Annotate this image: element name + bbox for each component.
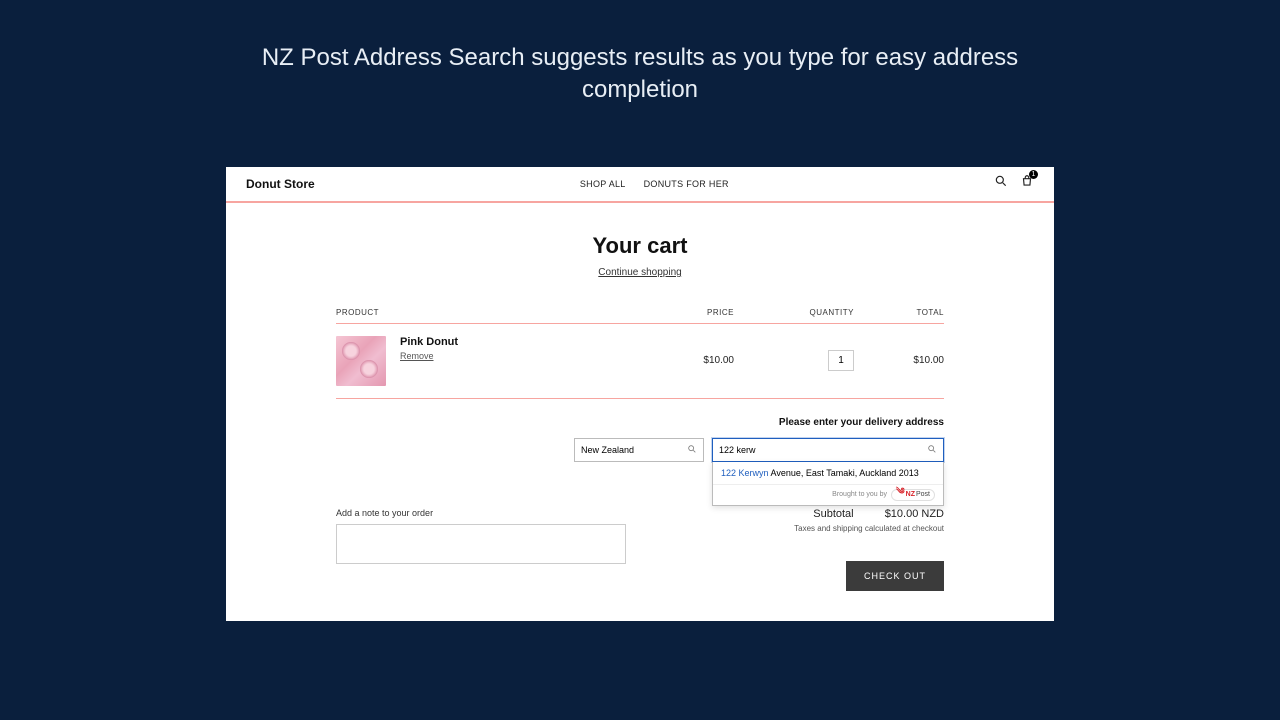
continue-shopping-link[interactable]: Continue shopping	[336, 267, 944, 278]
country-value: New Zealand	[581, 445, 634, 455]
delivery-prompt: Please enter your delivery address	[336, 417, 944, 428]
quantity-input[interactable]: 1	[828, 350, 854, 371]
col-total: TOTAL	[854, 308, 944, 317]
nav-shop-all[interactable]: SHOP ALL	[580, 179, 626, 189]
summary-column: Subtotal $10.00 NZD Taxes and shipping c…	[794, 508, 944, 591]
subtotal-value: $10.00 NZD	[885, 508, 944, 520]
lower-row: Add a note to your order Subtotal $10.00…	[336, 508, 944, 591]
address-search-input[interactable]	[719, 445, 927, 455]
brought-by-label: Brought to you by	[832, 491, 887, 498]
page-caption: NZ Post Address Search suggests results …	[260, 42, 1020, 107]
col-product: PRODUCT	[336, 308, 644, 317]
search-icon	[927, 444, 937, 456]
table-header: PRODUCT PRICE QUANTITY TOTAL	[336, 308, 944, 324]
table-row: Pink Donut Remove $10.00 1 $10.00	[336, 324, 944, 399]
address-search-input-wrap: 122 Kerwyn Avenue, East Tamaki, Auckland…	[712, 438, 944, 462]
checkout-button[interactable]: CHECK OUT	[846, 561, 944, 591]
product-name[interactable]: Pink Donut	[400, 336, 458, 348]
app-window: Donut Store SHOP ALL DONUTS FOR HER 1 Yo…	[226, 167, 1054, 621]
product-thumbnail[interactable]	[336, 336, 386, 386]
line-total-cell: $10.00	[854, 355, 944, 366]
order-note-textarea[interactable]	[336, 524, 626, 564]
quantity-cell: 1	[734, 350, 854, 371]
country-select[interactable]: New Zealand	[574, 438, 704, 462]
subtotal-line: Subtotal $10.00 NZD	[794, 508, 944, 520]
suggestion-footer: Brought to you by ༄ NZPost	[713, 484, 943, 505]
address-suggestions-dropdown: 122 Kerwyn Avenue, East Tamaki, Auckland…	[712, 462, 944, 506]
col-price: PRICE	[644, 308, 734, 317]
price-cell: $10.00	[644, 355, 734, 366]
nav-donuts-for-her[interactable]: DONUTS FOR HER	[644, 179, 729, 189]
col-quantity: QUANTITY	[734, 308, 854, 317]
suggestion-match: 122 Kerwyn	[721, 468, 769, 478]
header-icons: 1	[994, 174, 1034, 193]
brand-nz: NZ	[906, 491, 915, 498]
store-name[interactable]: Donut Store	[246, 177, 315, 191]
address-search-row: New Zealand 122 Kerwyn Avenue, East Tama…	[336, 438, 944, 462]
page-title: Your cart	[336, 233, 944, 259]
nzpost-badge: ༄ NZPost	[891, 489, 935, 501]
brand-post: Post	[916, 491, 930, 498]
search-icon	[687, 444, 697, 456]
remove-link[interactable]: Remove	[400, 351, 458, 361]
header-bar: Donut Store SHOP ALL DONUTS FOR HER 1	[226, 167, 1054, 203]
cart-badge: 1	[1029, 170, 1038, 179]
product-cell: Pink Donut Remove	[336, 336, 644, 386]
cart-icon[interactable]: 1	[1020, 174, 1034, 193]
cart-table: PRODUCT PRICE QUANTITY TOTAL Pink Donut …	[336, 308, 944, 399]
nzpost-logo-icon: ༄	[896, 482, 905, 507]
cart-content: Your cart Continue shopping PRODUCT PRIC…	[226, 203, 1054, 621]
suggestion-rest: Avenue, East Tamaki, Auckland 2013	[769, 468, 919, 478]
subtotal-label: Subtotal	[813, 508, 853, 520]
order-note-column: Add a note to your order	[336, 508, 626, 591]
note-label: Add a note to your order	[336, 508, 626, 518]
tax-shipping-note: Taxes and shipping calculated at checkou…	[794, 524, 944, 533]
nav-links: SHOP ALL DONUTS FOR HER	[580, 179, 729, 189]
search-icon[interactable]	[994, 174, 1008, 193]
address-suggestion[interactable]: 122 Kerwyn Avenue, East Tamaki, Auckland…	[713, 462, 943, 484]
